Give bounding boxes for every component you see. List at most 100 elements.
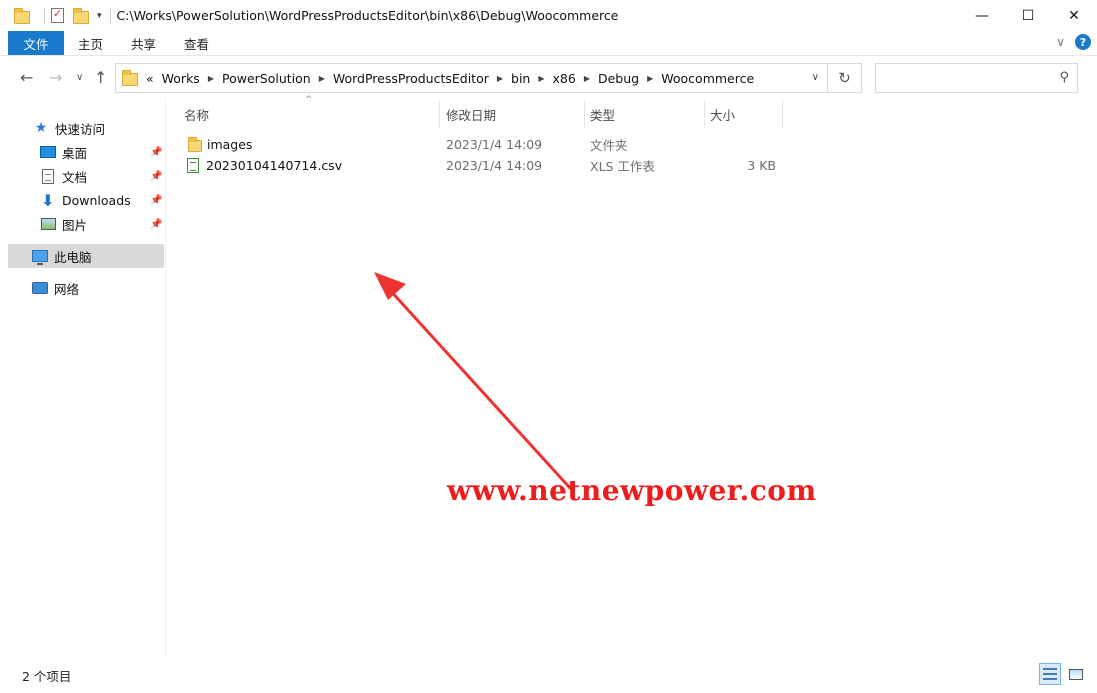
pin-icon[interactable]: 📌 [150,219,162,230]
breadcrumb-chevron-icon[interactable]: ▶ [319,74,325,83]
view-switcher [1035,663,1087,685]
breadcrumb-chevron-icon[interactable]: ▶ [208,74,214,83]
column-divider[interactable] [704,100,705,128]
toolbar-divider [44,7,45,24]
sidebar-item-network[interactable]: 网络 [32,276,79,300]
search-input[interactable]: ⚲ [875,63,1078,93]
status-bar: 2 个项目 [0,657,1097,693]
breadcrumb-debug[interactable]: Debug [598,71,639,86]
pin-icon[interactable]: 📌 [150,171,162,182]
quick-access-toolbar: ▾ [0,0,117,31]
file-name: images [207,137,253,152]
forward-arrow-icon[interactable]: → [49,68,62,87]
folder-icon [122,70,138,86]
column-divider[interactable] [782,100,783,128]
breadcrumb-chevron-icon[interactable]: ▶ [497,74,503,83]
expand-ribbon-chevron-icon[interactable]: ∨ [1056,35,1065,49]
sidebar-item-pictures[interactable]: 图片 [40,212,87,236]
breadcrumb-wordpressproductseditor[interactable]: WordPressProductsEditor [333,71,489,86]
file-type: 文件夹 [590,138,628,153]
sidebar-item-documents[interactable]: 文档 [40,164,87,188]
tab-home[interactable]: 主页 [64,31,117,55]
details-view-icon [1043,668,1057,680]
sidebar-item-label: 桌面 [62,145,88,161]
document-icon [40,168,56,184]
navigation-bar: ← → ∨ ↑ « Works ▶ PowerSolution ▶ WordPr… [0,56,1097,100]
column-header-date[interactable]: 修改日期 [446,100,584,128]
desktop-icon [40,144,56,160]
minimize-button[interactable]: — [959,0,1005,31]
toolbar-divider [109,7,111,24]
folder-icon [188,137,202,152]
file-size: 3 KB [747,158,776,173]
file-name-cell[interactable]: images [188,134,252,155]
file-date: 2023/1/4 14:09 [446,158,543,173]
sidebar-item-label: 网络 [54,281,80,297]
ribbon-tabs: 文件 主页 共享 查看 ∨ ? [0,31,1097,56]
column-header-type[interactable]: 类型 [590,100,704,128]
refresh-icon: ↻ [838,69,851,87]
customize-toolbar-dropdown-icon[interactable]: ▾ [97,11,102,21]
computer-icon [32,248,48,265]
search-icon[interactable]: ⚲ [1059,70,1069,85]
file-row[interactable]: 20230104140714.csv 2023/1/4 14:09 XLS 工作… [166,155,1097,176]
star-icon: ★ [34,120,48,136]
sidebar-item-label: 快速访问 [55,121,106,137]
column-divider[interactable] [439,100,440,128]
sidebar-item-quick-access[interactable]: ★ 快速访问 [33,116,105,140]
breadcrumb-overflow[interactable]: « [146,71,154,86]
file-list: ^ 名称 修改日期 类型 大小 images 2023/1/4 14:09 文件… [166,95,1097,657]
breadcrumb-chevron-icon[interactable]: ▶ [647,74,653,83]
new-folder-icon[interactable] [73,8,89,24]
sidebar-item-desktop[interactable]: 桌面 [40,140,87,164]
folder-icon [14,8,30,24]
properties-icon[interactable] [51,7,64,23]
column-header-name[interactable]: 名称 [184,100,439,128]
watermark-text: www.netnewpower.com [447,474,817,507]
tab-share[interactable]: 共享 [117,31,170,55]
file-size [710,134,776,155]
maximize-button[interactable]: ☐ [1005,0,1051,31]
breadcrumb-works[interactable]: Works [162,71,200,86]
sidebar-item-label: 图片 [62,217,88,233]
refresh-button[interactable]: ↻ [828,63,862,93]
close-button[interactable]: ✕ [1051,0,1097,31]
large-icons-view-button[interactable] [1065,663,1087,685]
sidebar-item-label: 此电脑 [54,249,92,265]
sidebar-item-downloads[interactable]: ⬇ Downloads [40,188,131,212]
file-date: 2023/1/4 14:09 [446,137,543,152]
sidebar-item-label: 文档 [62,169,88,185]
details-view-button[interactable] [1039,663,1061,685]
sidebar-item-label: Downloads [62,192,131,208]
address-bar[interactable]: « Works ▶ PowerSolution ▶ WordPressProdu… [115,63,828,93]
breadcrumb-x86[interactable]: x86 [553,71,576,86]
picture-icon [40,216,56,232]
annotation-arrow [374,272,572,490]
up-arrow-icon[interactable]: ↑ [94,68,107,87]
file-type: XLS 工作表 [590,159,655,174]
breadcrumb-chevron-icon[interactable]: ▶ [584,74,590,83]
column-divider[interactable] [584,100,585,128]
breadcrumb-chevron-icon[interactable]: ▶ [538,74,544,83]
breadcrumb-woocommerce[interactable]: Woocommerce [661,71,754,86]
pin-icon[interactable]: 📌 [150,195,162,206]
recent-locations-dropdown-icon[interactable]: ∨ [76,72,83,83]
file-name-cell[interactable]: 20230104140714.csv [187,155,342,176]
window-controls: — ☐ ✕ [959,0,1097,31]
navigation-pane: ★ 快速访问 桌面 📌 文档 📌 ⬇ Downloads 📌 图片 📌 此电脑 … [0,100,166,657]
sidebar-item-this-pc[interactable]: 此电脑 [8,244,164,268]
address-dropdown-icon[interactable]: ∨ [812,72,819,83]
help-icon[interactable]: ? [1075,34,1091,50]
column-header-size[interactable]: 大小 [710,100,782,128]
breadcrumb-bin[interactable]: bin [511,71,530,86]
breadcrumb-powersolution[interactable]: PowerSolution [222,71,311,86]
pin-icon[interactable]: 📌 [150,147,162,158]
file-name: 20230104140714.csv [206,158,343,173]
file-row[interactable]: images 2023/1/4 14:09 文件夹 [166,134,1097,155]
download-arrow-icon: ⬇ [41,190,55,210]
back-arrow-icon[interactable]: ← [20,68,33,87]
tab-view[interactable]: 查看 [170,31,223,55]
title-bar: ▾ C:\Works\PowerSolution\WordPressProduc… [0,0,1097,31]
tab-file[interactable]: 文件 [8,31,64,55]
window-title: C:\Works\PowerSolution\WordPressProducts… [116,8,619,23]
